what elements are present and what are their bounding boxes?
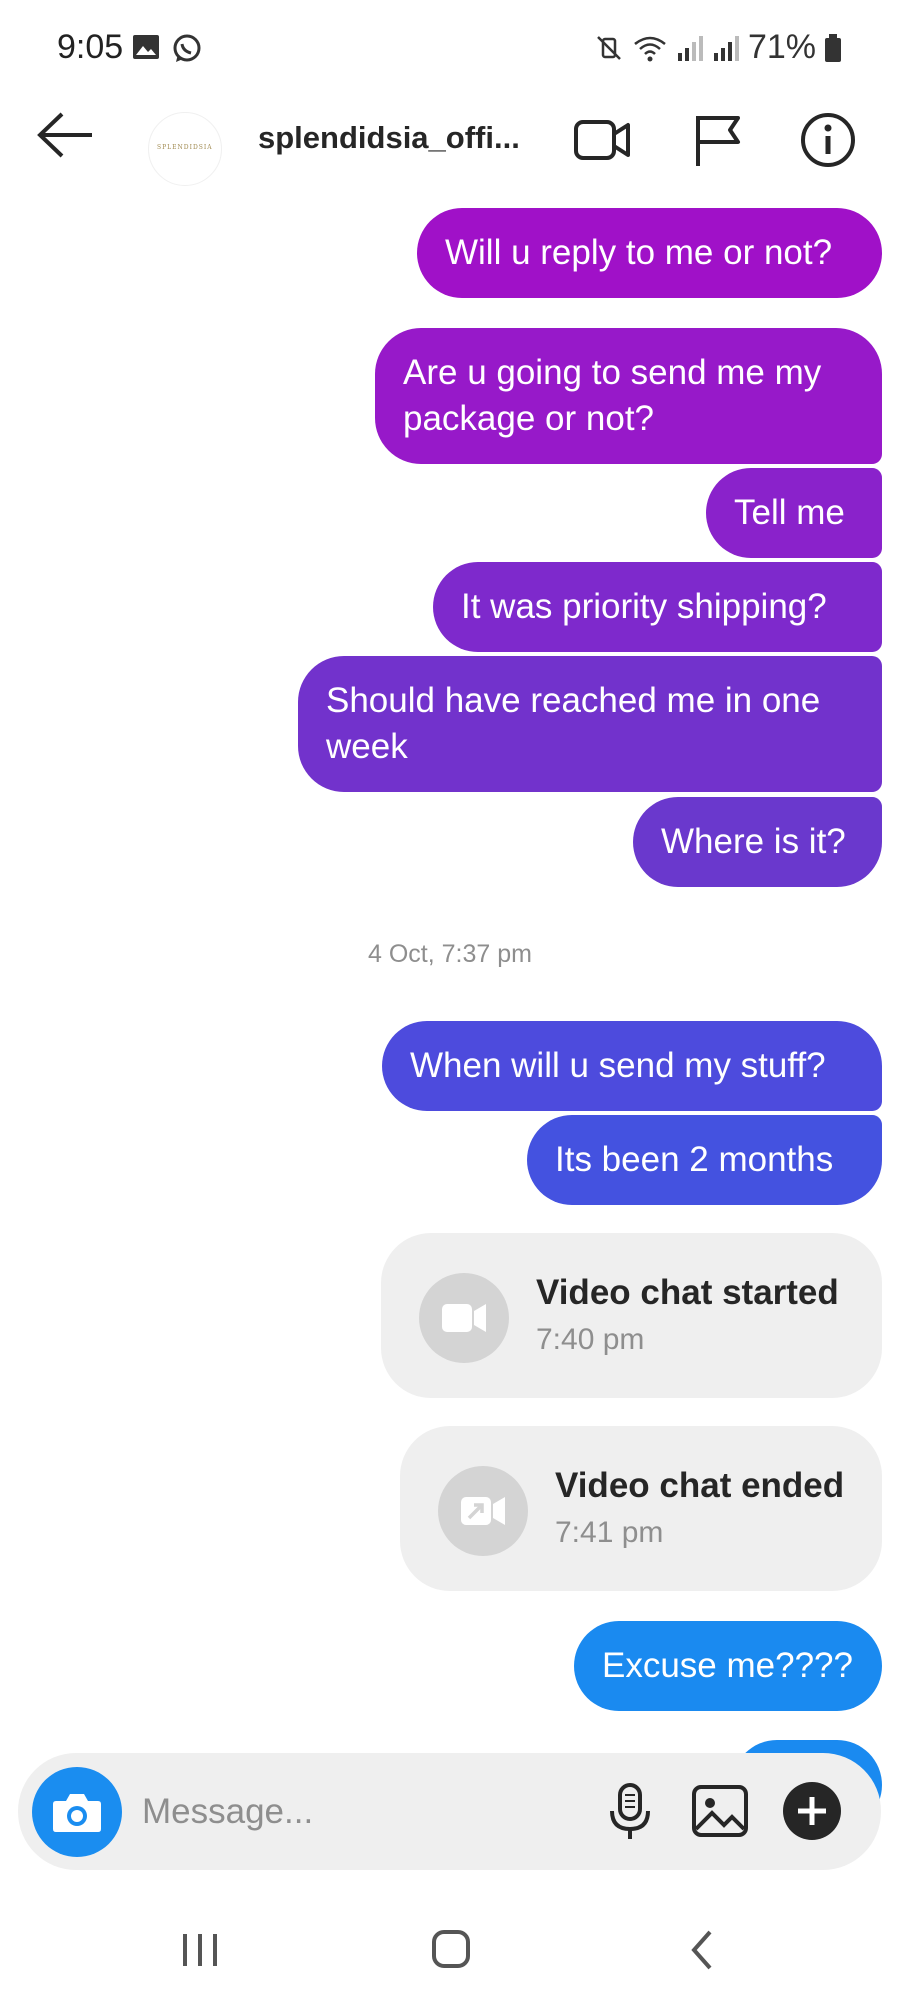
report-flag-icon[interactable] [688, 110, 748, 170]
message-bubble[interactable]: Excuse me???? [574, 1621, 882, 1711]
gallery-icon[interactable] [688, 1779, 752, 1843]
video-camera-icon [419, 1273, 509, 1363]
camera-icon [53, 1794, 101, 1832]
call-time: 7:40 pm [536, 1323, 645, 1356]
message-bubble[interactable]: It was priority shipping? [433, 562, 882, 652]
video-chat-ended-card[interactable]: Video chat ended 7:41 pm [400, 1426, 882, 1591]
avatar-logo-text: SPLENDIDSIA [157, 144, 213, 151]
message-bubble[interactable]: Are u going to send me my package or not… [375, 328, 882, 464]
chat-title[interactable]: splendidsia_offi... [258, 120, 520, 156]
home-icon[interactable] [416, 1920, 486, 1980]
message-bubble[interactable]: Its been 2 months [527, 1115, 882, 1205]
gallery-notification-icon [133, 35, 159, 59]
video-call-icon[interactable] [572, 110, 632, 170]
message-bubble[interactable]: Will u reply to me or not? [417, 208, 882, 298]
status-system-icons: 71% [594, 28, 842, 67]
message-input[interactable] [140, 1781, 584, 1843]
wifi-icon [634, 36, 666, 61]
message-bubble[interactable]: When will u send my stuff? [382, 1021, 882, 1111]
recent-apps-icon[interactable] [165, 1920, 235, 1980]
status-time: 9:05 [57, 28, 124, 66]
avatar[interactable]: SPLENDIDSIA [148, 112, 222, 186]
signal-icon-1 [677, 35, 703, 61]
status-bar: 9:05 71% [0, 0, 900, 100]
message-composer [18, 1753, 881, 1870]
call-title: Video chat ended [555, 1466, 845, 1505]
call-time: 7:41 pm [555, 1516, 664, 1549]
message-bubble[interactable]: Tell me [706, 468, 882, 558]
message-timestamp: 4 Oct, 7:37 pm [368, 940, 532, 968]
vibrate-mute-icon [597, 35, 621, 60]
video-ended-icon [438, 1466, 528, 1556]
system-nav-bar [0, 1900, 900, 2000]
camera-button[interactable] [32, 1767, 122, 1857]
message-bubble[interactable]: Should have reached me in one week [298, 656, 882, 792]
status-notification-icons [132, 34, 202, 64]
microphone-icon[interactable] [598, 1779, 662, 1843]
info-icon[interactable] [798, 110, 858, 170]
whatsapp-notification-icon [173, 34, 201, 62]
video-chat-started-card[interactable]: Video chat started 7:40 pm [381, 1233, 882, 1398]
battery-percent: 71% [747, 28, 816, 66]
system-back-icon[interactable] [668, 1920, 738, 1980]
signal-icon-2 [713, 35, 739, 61]
call-title: Video chat started [536, 1273, 839, 1312]
add-icon[interactable] [780, 1779, 844, 1843]
message-bubble[interactable]: Where is it? [633, 797, 882, 887]
back-arrow-icon[interactable] [36, 110, 96, 160]
battery-icon [825, 33, 841, 62]
